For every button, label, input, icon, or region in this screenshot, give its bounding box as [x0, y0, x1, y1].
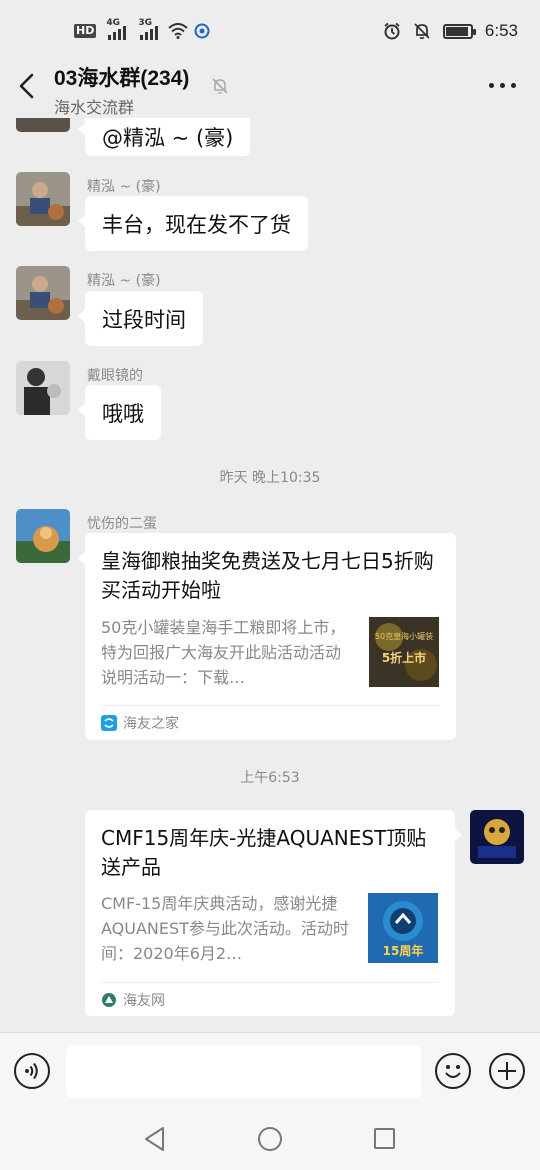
thumb-text: 50克皇海小罐装 — [375, 631, 433, 641]
card-thumbnail: 15周年 — [368, 893, 438, 963]
nav-home-icon[interactable] — [258, 1127, 282, 1151]
thumb-text: 15周年 — [383, 943, 424, 958]
message-text: 过段时间 — [102, 307, 186, 332]
message-input[interactable] — [66, 1045, 421, 1098]
chat-title[interactable]: 03海水群(234) — [54, 62, 189, 92]
source-name: 海友网 — [123, 993, 165, 1009]
message-text: 哦哦 — [102, 401, 144, 426]
avatar[interactable] — [16, 361, 70, 415]
sender-name: 精泓 ~ (豪) — [87, 179, 161, 195]
input-bar — [0, 1032, 540, 1108]
signal-3g-icon: 3G — [138, 18, 159, 40]
message-text: 丰台，现在发不了货 — [102, 212, 291, 237]
message-text: @精泓 ~ (豪) — [102, 126, 234, 150]
card-thumbnail: 50克皇海小罐装 5折上市 — [369, 617, 439, 687]
card-description: CMF-15周年庆典活动，感谢光捷AQUANEST参与此次活动。活动时间：202… — [101, 894, 349, 963]
sender-name: 精泓 ~ (豪) — [87, 273, 161, 289]
card-source: 海友之家 — [101, 713, 179, 733]
link-card[interactable]: CMF15周年庆-光捷AQUANEST顶贴送产品 CMF-15周年庆典活动，感谢… — [85, 810, 462, 1016]
more-functions-button[interactable] — [489, 1053, 525, 1089]
source-logo-icon — [101, 715, 117, 731]
sender-name: 忧伤的二蛋 — [87, 516, 157, 532]
back-arrow-icon[interactable] — [14, 72, 40, 100]
card-divider — [101, 982, 439, 983]
source-logo-icon — [102, 993, 116, 1007]
avatar[interactable] — [16, 172, 70, 226]
avatar[interactable] — [470, 810, 524, 864]
message-bubble[interactable]: @精泓 ~ (豪) — [77, 118, 251, 156]
wifi-icon — [168, 23, 189, 39]
card-title: 皇海御粮抽奖免费送及七月七日5折购买活动开始啦 — [101, 549, 434, 602]
chat-header: 03海水群(234) 海水交流群 — [0, 52, 540, 118]
nav-recents-icon[interactable] — [374, 1128, 395, 1149]
avatar[interactable] — [16, 266, 70, 320]
plus-icon — [498, 1062, 516, 1080]
mute-notifications-icon — [414, 23, 430, 39]
thumb-text: 5折上市 — [382, 650, 426, 665]
more-options-button[interactable] — [489, 83, 516, 88]
card-source: 海友网 — [101, 990, 165, 1010]
message-bubble[interactable]: 哦哦 — [78, 385, 161, 440]
signal-4g-icon: 4G — [106, 18, 127, 40]
emoji-button[interactable] — [435, 1053, 471, 1089]
emoji-icon — [445, 1065, 461, 1078]
chat-subtitle: 海水交流群 — [54, 100, 135, 117]
status-time: 6:53 — [484, 21, 518, 40]
app-notification-icon — [194, 23, 210, 39]
avatar[interactable] — [16, 118, 70, 132]
muted-bell-icon — [212, 78, 228, 94]
timestamp: 上午6:53 — [240, 770, 300, 786]
alarm-icon — [384, 22, 400, 40]
hd-voice-icon: HD — [74, 24, 97, 38]
chat-messages[interactable]: @精泓 ~ (豪) 精泓 ~ (豪) 丰台，现在发不了货 精泓 ~ (豪) 过段… — [0, 118, 540, 1032]
timestamp: 昨天 晚上10:35 — [219, 470, 321, 486]
avatar[interactable] — [16, 509, 70, 563]
card-title: CMF15周年庆-光捷AQUANEST顶贴送产品 — [101, 826, 427, 879]
source-name: 海友之家 — [123, 716, 179, 732]
voice-input-button[interactable] — [14, 1053, 50, 1089]
nav-back-icon[interactable] — [143, 1126, 167, 1152]
card-description: 50克小罐装皇海手工粮即将上市，特为回报广大海友开此贴活动活动说明活动一：下载… — [101, 618, 346, 687]
sender-name: 戴眼镜的 — [87, 368, 143, 384]
message-bubble[interactable]: 过段时间 — [78, 291, 203, 346]
card-divider — [101, 705, 440, 706]
system-nav-bar — [0, 1108, 540, 1170]
message-bubble[interactable]: 丰台，现在发不了货 — [78, 196, 308, 251]
battery-icon — [442, 23, 476, 39]
voice-icon — [25, 1062, 38, 1080]
link-card[interactable]: 皇海御粮抽奖免费送及七月七日5折购买活动开始啦 50克小罐装皇海手工粮即将上市，… — [78, 533, 456, 740]
